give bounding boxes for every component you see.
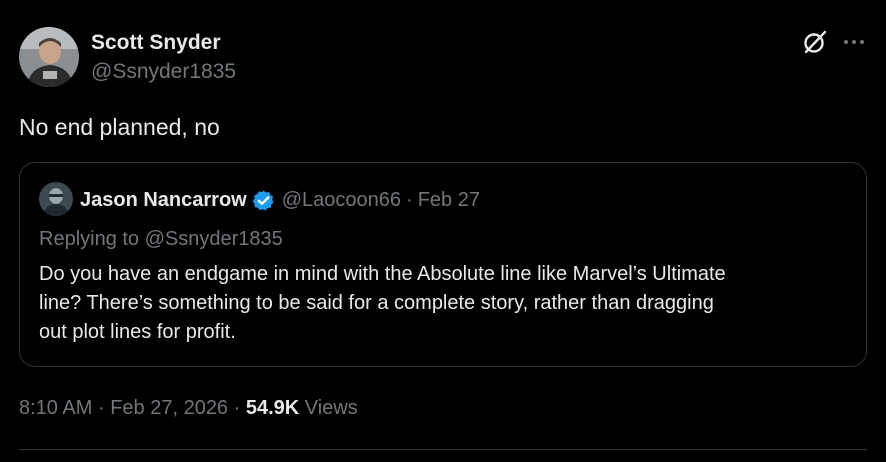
quote-text-line: line? There’s something to be said for a…	[39, 292, 714, 314]
quote-text-line: Do you have an endgame in mind with the …	[39, 263, 726, 285]
author-handle[interactable]: @Ssnyder1835	[91, 59, 236, 85]
quoted-tweet-card[interactable]: Jason Nancarrow @Laocoon66 · Feb 27 Repl…	[19, 162, 867, 367]
reply-prefix: Replying to	[39, 228, 140, 250]
quote-header: Jason Nancarrow @Laocoon66 · Feb 27	[80, 187, 480, 213]
quote-text: Do you have an endgame in mind with the …	[39, 260, 839, 347]
tweet-text: No end planned, no	[19, 114, 220, 140]
divider	[19, 449, 867, 450]
tweet-meta: 8:10 AM · Feb 27, 2026 · 54.9K Views	[19, 395, 358, 421]
quote-separator: ·	[406, 189, 413, 211]
views-label: Views	[304, 397, 358, 419]
author-avatar[interactable]	[19, 27, 79, 87]
replying-to: Replying to @Ssnyder1835	[39, 226, 283, 252]
author-name[interactable]: Scott Snyder	[91, 30, 221, 56]
verified-badge-icon[interactable]	[252, 189, 275, 212]
meta-separator: ·	[233, 397, 241, 419]
meta-separator: ·	[97, 397, 105, 419]
tweet-date[interactable]: Feb 27, 2026	[110, 397, 228, 419]
tweet-time[interactable]: 8:10 AM	[19, 397, 92, 419]
grok-icon[interactable]	[802, 29, 828, 55]
views-count: 54.9K	[245, 397, 300, 419]
more-icon[interactable]	[842, 31, 866, 53]
quote-date[interactable]: Feb 27	[418, 187, 480, 213]
quote-author-avatar[interactable]	[39, 182, 73, 216]
quote-author-handle[interactable]: @Laocoon66	[282, 187, 401, 213]
reply-to-handle[interactable]: @Ssnyder1835	[145, 228, 283, 250]
quote-author-name[interactable]: Jason Nancarrow	[80, 187, 247, 213]
quote-text-line: out plot lines for profit.	[39, 321, 236, 343]
